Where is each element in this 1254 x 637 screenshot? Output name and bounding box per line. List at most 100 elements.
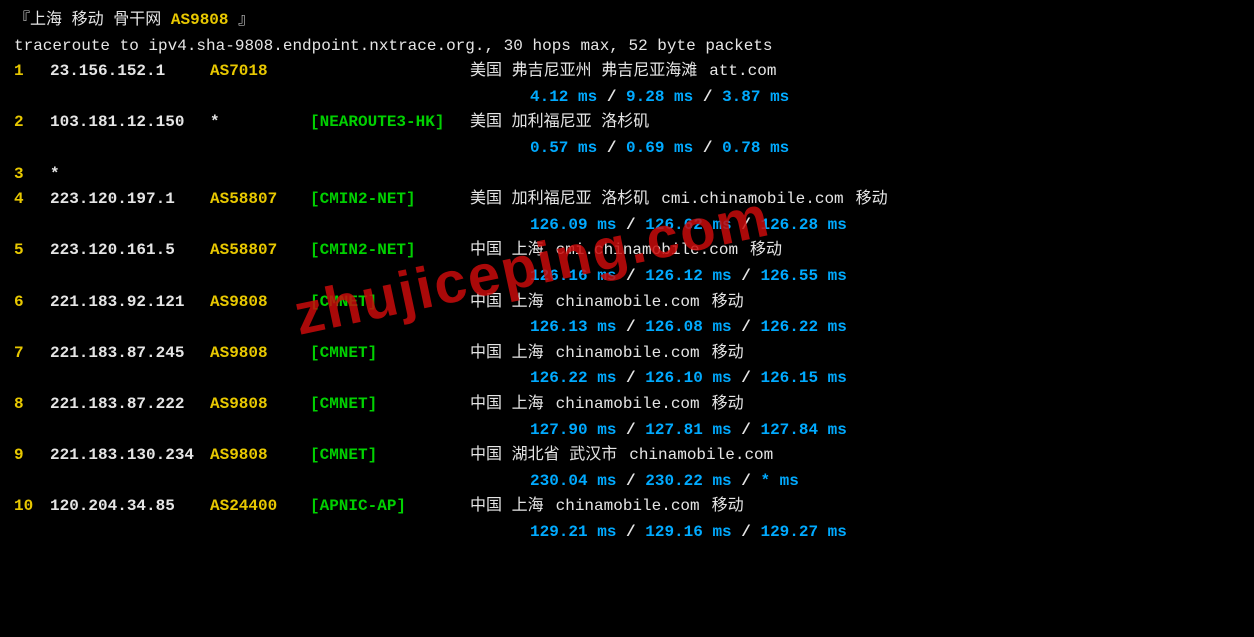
hop-ip: * [50, 162, 210, 188]
hop-row: 10120.204.34.85AS24400[APNIC-AP]中国 上海chi… [14, 494, 1240, 520]
latency-value: 230.22 ms [645, 472, 731, 490]
latency-separator: / [597, 139, 626, 157]
hop-network: [CMNET] [310, 443, 470, 469]
hop-network: [CMIN2-NET] [310, 187, 470, 213]
latency-separator: / [597, 88, 626, 106]
latency-value: 126.08 ms [645, 318, 731, 336]
hop-domain: cmi.chinamobile.com [661, 190, 843, 208]
hop-tag: 移动 [856, 190, 888, 208]
latency-value: 9.28 ms [626, 88, 693, 106]
hop-tag: 移动 [750, 241, 782, 259]
latency-value: 129.16 ms [645, 523, 731, 541]
hop-number: 4 [14, 187, 50, 213]
latency-value: 126.28 ms [760, 216, 846, 234]
hop-domain: att.com [709, 62, 776, 80]
hop-row: 4223.120.197.1AS58807[CMIN2-NET]美国 加利福尼亚… [14, 187, 1240, 213]
hop-latency-row: 4.12 ms / 9.28 ms / 3.87 ms [14, 85, 1240, 111]
latency-separator: / [732, 369, 761, 387]
latency-separator: / [616, 267, 645, 285]
hop-location: 中国 上海 [470, 395, 544, 413]
hop-latency-row: 0.57 ms / 0.69 ms / 0.78 ms [14, 136, 1240, 162]
header-asn: AS9808 [171, 11, 229, 29]
latency-separator: / [616, 369, 645, 387]
latency-value: 126.22 ms [760, 318, 846, 336]
hop-tag: 移动 [712, 395, 744, 413]
hop-asn: AS9808 [210, 392, 310, 418]
hop-number: 7 [14, 341, 50, 367]
latency-separator: / [616, 216, 645, 234]
hop-ip: 223.120.197.1 [50, 187, 210, 213]
latency-separator: / [732, 523, 761, 541]
hop-network: [CMNET] [310, 392, 470, 418]
hop-network: [CMIN2-NET] [310, 238, 470, 264]
hop-domain: cmi.chinamobile.com [556, 241, 738, 259]
latency-separator: / [732, 318, 761, 336]
latency-value: 0.57 ms [530, 139, 597, 157]
hop-number: 5 [14, 238, 50, 264]
latency-value: * ms [760, 472, 798, 490]
latency-value: 127.90 ms [530, 421, 616, 439]
hop-network: [CMNET] [310, 341, 470, 367]
hop-number: 1 [14, 59, 50, 85]
hop-ip: 221.183.92.121 [50, 290, 210, 316]
latency-value: 127.84 ms [760, 421, 846, 439]
hop-latency-row: 126.16 ms / 126.12 ms / 126.55 ms [14, 264, 1240, 290]
hop-asn: AS7018 [210, 59, 310, 85]
latency-value: 127.81 ms [645, 421, 731, 439]
hop-row: 8221.183.87.222AS9808[CMNET]中国 上海 chinamo… [14, 392, 1240, 418]
bracket-close: 』 [238, 11, 254, 29]
hop-row: 7221.183.87.245AS9808[CMNET]中国 上海chinamo… [14, 341, 1240, 367]
latency-value: 126.22 ms [530, 369, 616, 387]
hop-row: 9221.183.130.234AS9808[CMNET]中国 湖北省 武汉市c… [14, 443, 1240, 469]
hop-latency-row: 126.13 ms / 126.08 ms / 126.22 ms [14, 315, 1240, 341]
hop-tag: 移动 [712, 344, 744, 362]
latency-separator: / [732, 472, 761, 490]
hop-number: 9 [14, 443, 50, 469]
hop-domain: chinamobile.com [629, 446, 773, 464]
header-loc3: 骨干网 [113, 11, 161, 29]
latency-value: 129.21 ms [530, 523, 616, 541]
latency-value: 126.13 ms [530, 318, 616, 336]
hop-network: [APNIC-AP] [310, 494, 470, 520]
hop-latency-row: 230.04 ms / 230.22 ms / * ms [14, 469, 1240, 495]
hop-network: [NEAROUTE3-HK] [310, 110, 470, 136]
hop-number: 8 [14, 392, 50, 418]
hop-latency-row: 126.22 ms / 126.10 ms / 126.15 ms [14, 366, 1240, 392]
hop-asn: AS58807 [210, 238, 310, 264]
latency-separator: / [732, 216, 761, 234]
latency-value: 126.62 ms [645, 216, 731, 234]
hop-tag: 移动 [712, 293, 744, 311]
hop-domain: chinamobile.com [556, 395, 700, 413]
hop-domain: chinamobile.com [556, 293, 700, 311]
traceroute-command: traceroute to ipv4.sha-9808.endpoint.nxt… [14, 34, 1240, 60]
latency-value: 126.55 ms [760, 267, 846, 285]
hop-asn: * [210, 110, 310, 136]
latency-value: 0.69 ms [626, 139, 693, 157]
hop-latency-row: 127.90 ms / 127.81 ms / 127.84 ms [14, 418, 1240, 444]
hop-latency-row: 129.21 ms / 129.16 ms / 129.27 ms [14, 520, 1240, 546]
hop-ip: 221.183.87.245 [50, 341, 210, 367]
hop-ip: 221.183.87.222 [50, 392, 210, 418]
hop-ip: 120.204.34.85 [50, 494, 210, 520]
hop-location: 中国 上海 [470, 344, 544, 362]
latency-value: 126.09 ms [530, 216, 616, 234]
hop-row: 3* [14, 162, 1240, 188]
latency-separator: / [616, 318, 645, 336]
latency-value: 129.27 ms [760, 523, 846, 541]
hop-number: 10 [14, 494, 50, 520]
hop-ip: 103.181.12.150 [50, 110, 210, 136]
hops-list: 123.156.152.1AS7018美国 弗吉尼亚州 弗吉尼亚海滩att.co… [14, 59, 1240, 545]
latency-value: 4.12 ms [530, 88, 597, 106]
latency-value: 230.04 ms [530, 472, 616, 490]
hop-location: 美国 加利福尼亚 洛杉矶 [470, 113, 649, 131]
latency-separator: / [693, 139, 722, 157]
bracket-open: 『 [14, 11, 30, 29]
latency-value: 126.16 ms [530, 267, 616, 285]
hop-asn: AS9808 [210, 341, 310, 367]
hop-asn: AS58807 [210, 187, 310, 213]
latency-value: 126.15 ms [760, 369, 846, 387]
latency-value: 0.78 ms [722, 139, 789, 157]
hop-asn: AS9808 [210, 443, 310, 469]
latency-value: 3.87 ms [722, 88, 789, 106]
latency-separator: / [732, 267, 761, 285]
